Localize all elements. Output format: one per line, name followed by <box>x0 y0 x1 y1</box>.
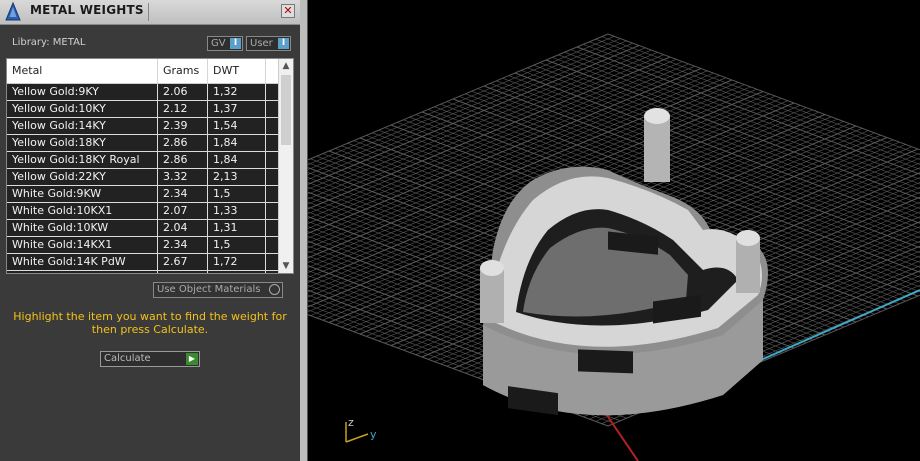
table-row[interactable]: White Gold:10KW 2.04 1,31 <box>7 220 279 237</box>
cell-metal: White Gold:14K PdW <box>7 254 158 270</box>
cell-metal: White Gold:10KW <box>7 220 158 236</box>
cell-dwt: 1,31 <box>208 220 266 236</box>
table-row[interactable]: White Gold:10KX1 2.07 1,33 <box>7 203 279 220</box>
column-header-grams[interactable]: Grams <box>158 59 208 83</box>
metal-table: Metal Grams DWT Yellow Gold:9KY 2.06 1,32 Y… <box>6 58 294 274</box>
cell-grams: 2.87 <box>158 271 208 273</box>
chevron-down-icon[interactable]: ▼ <box>279 259 293 273</box>
table-row[interactable]: Yellow Gold:18KY 2.86 1,84 <box>7 135 279 152</box>
user-toggle-label: User <box>250 38 273 49</box>
table-row[interactable]: White Gold:14KX1 2.34 1,5 <box>7 237 279 254</box>
table-header: Metal Grams DWT <box>7 59 279 84</box>
cell-grams: 2.39 <box>158 118 208 134</box>
panel-titlebar[interactable]: METAL WEIGHTS ✕ <box>0 0 300 25</box>
gv-toggle-state: I <box>230 38 241 49</box>
cell-metal: Yellow Gold:22KY <box>7 169 158 185</box>
cell-grams: 3.32 <box>158 169 208 185</box>
prong-right <box>736 238 760 293</box>
calculate-button[interactable]: Calculate ▶ <box>100 351 200 367</box>
column-header-dwt[interactable]: DWT <box>208 59 266 83</box>
cell-grams: 2.34 <box>158 186 208 202</box>
table-row[interactable]: Yellow Gold:18KY Royal 2.86 1,84 <box>7 152 279 169</box>
close-icon[interactable]: ✕ <box>281 4 295 18</box>
gv-toggle-label: GV <box>211 38 226 49</box>
cell-metal: Yellow Gold:10KY <box>7 101 158 117</box>
cell-metal: Yellow Gold:9KY <box>7 84 158 100</box>
use-object-materials-option[interactable]: Use Object Materials <box>153 282 283 298</box>
cell-grams: 2.12 <box>158 101 208 117</box>
table-row[interactable]: White Gold:9KW 2.34 1,5 <box>7 186 279 203</box>
user-toggle-state: I <box>278 38 289 49</box>
rhino-logo-icon <box>5 1 21 21</box>
table-row[interactable]: White Gold:14KW2.871,85 <box>7 271 279 273</box>
scrollbar-thumb[interactable] <box>281 75 291 145</box>
library-label: Library: METAL <box>12 37 86 48</box>
calculate-label: Calculate <box>104 353 151 364</box>
gizmo-y-label: y <box>370 428 377 441</box>
cell-dwt: 1,5 <box>208 186 266 202</box>
play-icon: ▶ <box>186 353 198 365</box>
cell-dwt: 1,37 <box>208 101 266 117</box>
perspective-viewport[interactable]: z y <box>308 0 920 461</box>
table-row[interactable]: White Gold:14K PdW 2.67 1,72 <box>7 254 279 271</box>
panel-splitter[interactable] <box>300 0 308 461</box>
cell-metal: Yellow Gold:14KY <box>7 118 158 134</box>
gv-toggle[interactable]: GV I <box>207 36 243 51</box>
prong-left <box>480 268 504 323</box>
metal-weights-panel: METAL WEIGHTS ✕ Library: METAL GV I User… <box>0 0 300 461</box>
cell-grams: 2.04 <box>158 220 208 236</box>
cell-dwt: 2,13 <box>208 169 266 185</box>
prong-back-tip <box>644 108 670 124</box>
table-row[interactable]: Yellow Gold:14KY 2.39 1,54 <box>7 118 279 135</box>
radio-icon[interactable] <box>269 284 280 295</box>
titlebar-divider <box>148 3 149 21</box>
table-body: Yellow Gold:9KY 2.06 1,32 Yellow Gold:10KY 2… <box>7 84 279 273</box>
chevron-up-icon[interactable]: ▲ <box>279 59 293 73</box>
prong-back <box>644 116 670 182</box>
cell-dwt: 1,5 <box>208 237 266 253</box>
table-row[interactable]: Yellow Gold:22KY 3.32 2,13 <box>7 169 279 186</box>
user-toggle[interactable]: User I <box>246 36 291 51</box>
gizmo-z-label: z <box>348 416 354 429</box>
prong-left-tip <box>480 260 504 276</box>
use-object-materials-label: Use Object Materials <box>157 284 261 295</box>
column-header-metal[interactable]: Metal <box>7 59 158 83</box>
cell-grams: 2.34 <box>158 237 208 253</box>
cell-dwt: 1,84 <box>208 135 266 151</box>
panel-title: METAL WEIGHTS <box>30 3 144 17</box>
table-row[interactable]: Yellow Gold:10KY 2.12 1,37 <box>7 101 279 118</box>
cell-dwt: 1,54 <box>208 118 266 134</box>
instruction-text: Highlight the item you want to find the … <box>13 310 287 336</box>
cell-metal: White Gold:10KX1 <box>7 203 158 219</box>
cell-dwt: 1,32 <box>208 84 266 100</box>
gallery-window-2 <box>578 349 633 374</box>
cell-grams: 2.06 <box>158 84 208 100</box>
cell-metal: White Gold:9KW <box>7 186 158 202</box>
viewport-canvas: z y <box>308 0 920 461</box>
cell-dwt: 1,85 <box>208 271 266 273</box>
cell-grams: 2.07 <box>158 203 208 219</box>
cell-metal: White Gold:14KX1 <box>7 237 158 253</box>
table-scrollbar[interactable]: ▲ ▼ <box>278 59 293 273</box>
cell-grams: 2.67 <box>158 254 208 270</box>
cell-grams: 2.86 <box>158 135 208 151</box>
cell-metal: White Gold:14KW <box>7 271 158 273</box>
prong-right-tip <box>736 230 760 246</box>
cell-dwt: 1,84 <box>208 152 266 168</box>
table-row[interactable]: Yellow Gold:9KY 2.06 1,32 <box>7 84 279 101</box>
cell-dwt: 1,72 <box>208 254 266 270</box>
cell-metal: Yellow Gold:18KY Royal <box>7 152 158 168</box>
cell-metal: Yellow Gold:18KY <box>7 135 158 151</box>
cell-grams: 2.86 <box>158 152 208 168</box>
cell-dwt: 1,33 <box>208 203 266 219</box>
